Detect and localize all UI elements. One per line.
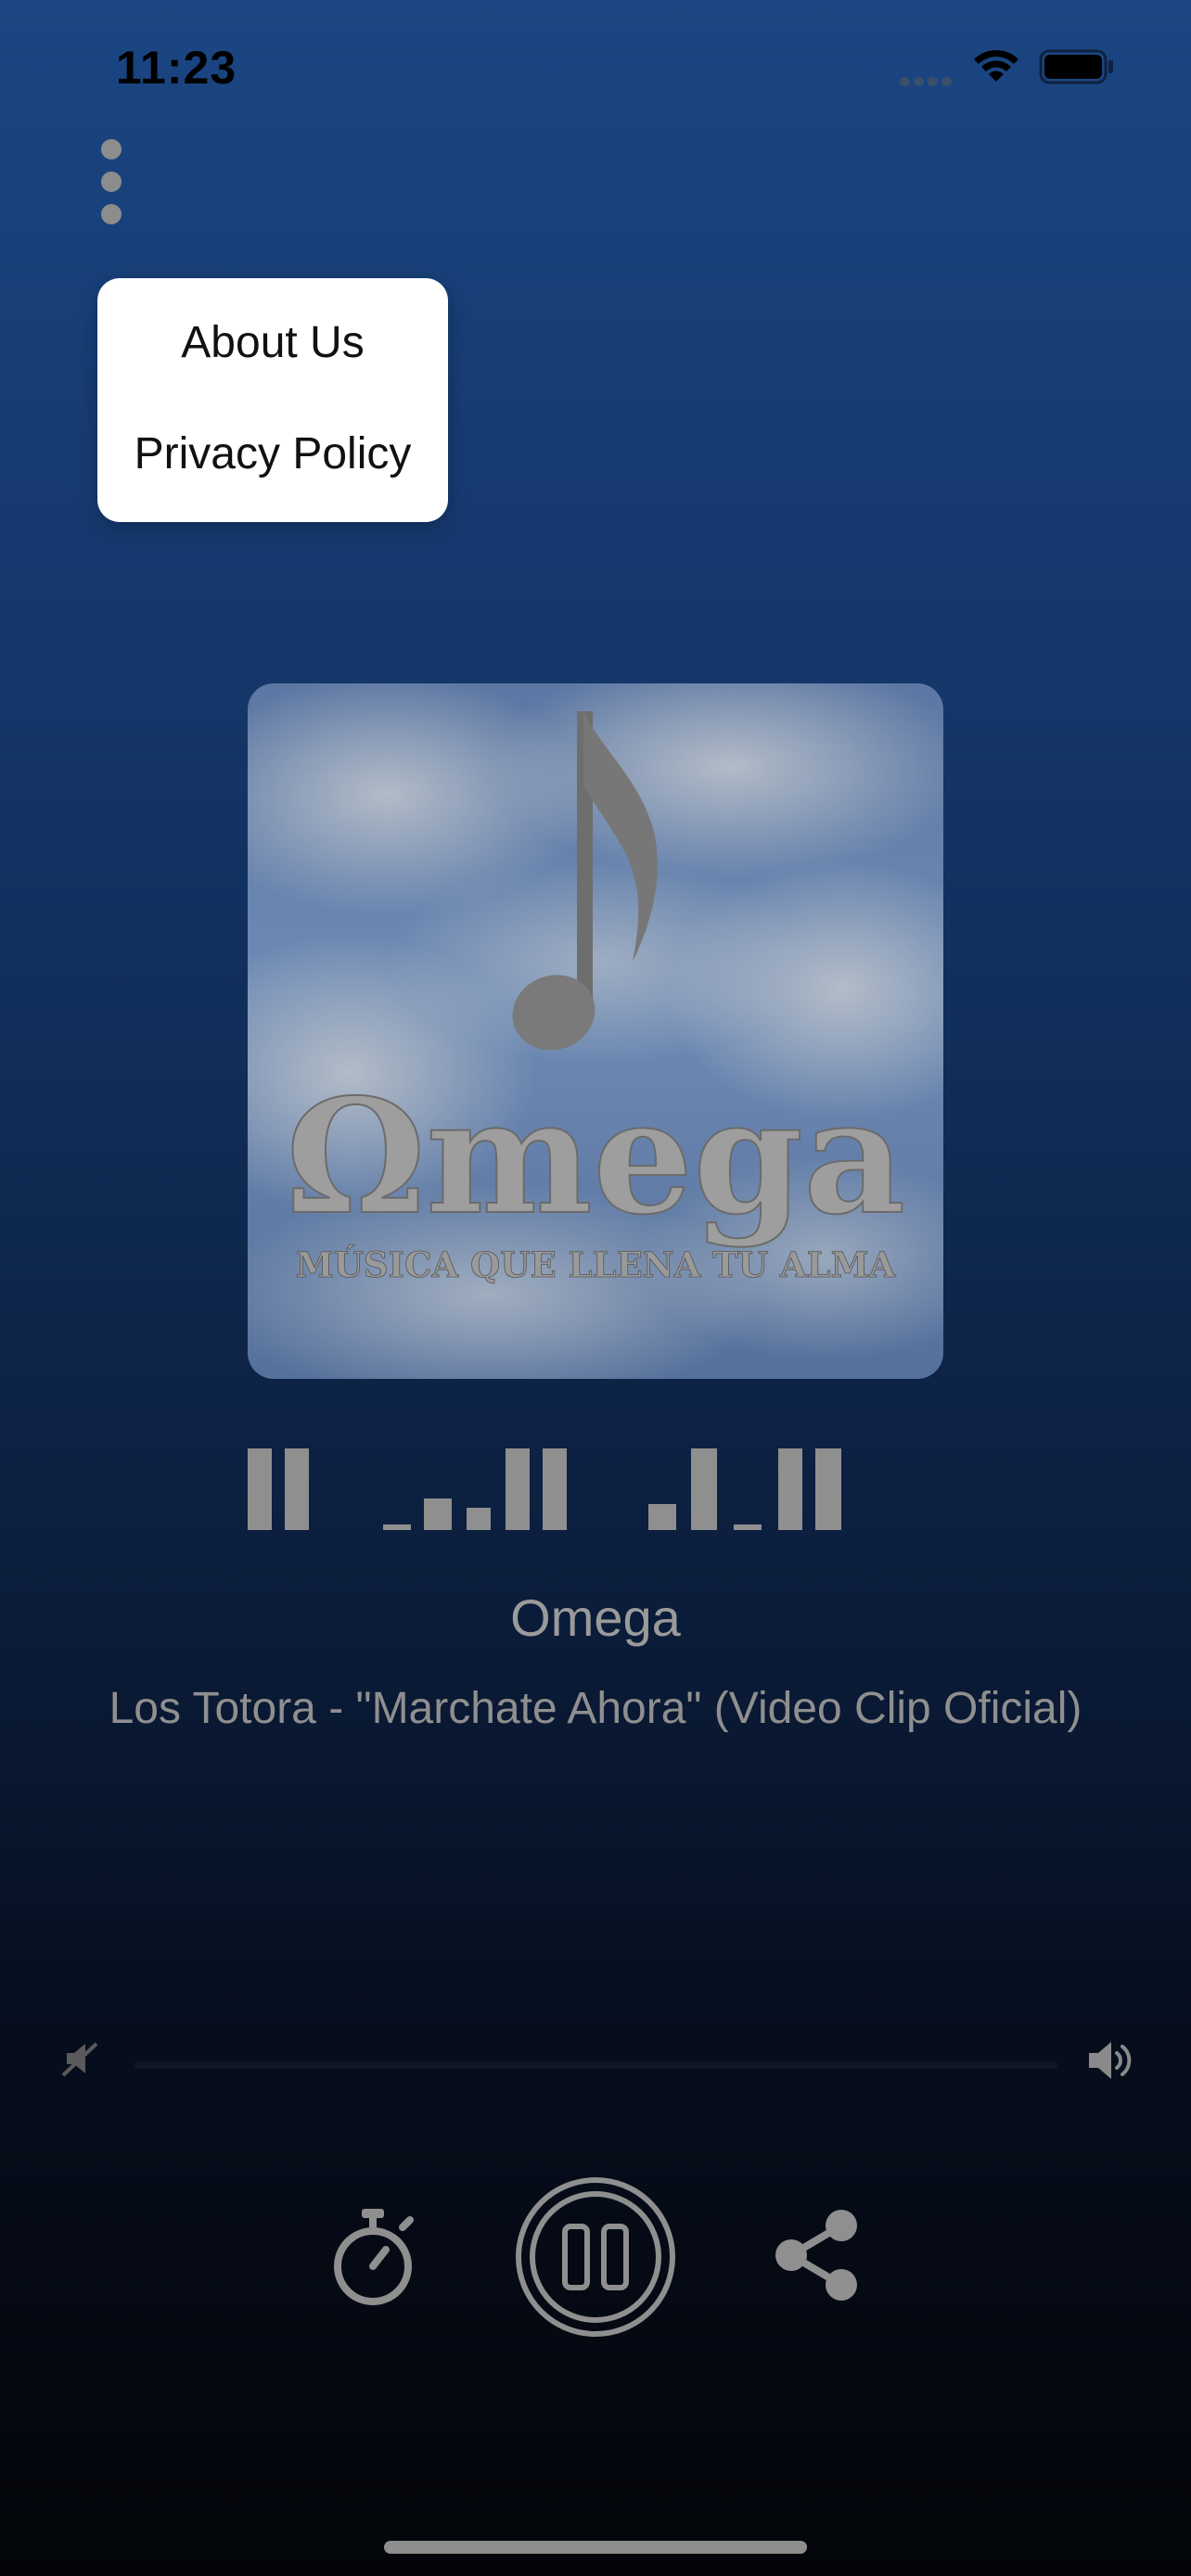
status-time: 11:23 xyxy=(116,42,237,94)
menu-item-about-us[interactable]: About Us xyxy=(97,317,448,368)
cellular-signal-icon xyxy=(900,74,955,91)
logo-tagline: MÚSICA QUE LLENA TU ALMA xyxy=(296,1244,897,1285)
overflow-menu: About Us Privacy Policy xyxy=(97,278,448,522)
kebab-menu-icon[interactable] xyxy=(93,139,130,241)
battery-icon xyxy=(1039,49,1113,84)
menu-item-privacy-policy[interactable]: Privacy Policy xyxy=(97,428,448,479)
station-name: Omega xyxy=(510,1588,681,1647)
song-title: Los Totora - "Marchate Ahora" (Video Cli… xyxy=(109,1684,1082,1733)
stopwatch-icon[interactable] xyxy=(327,2207,419,2307)
share-icon[interactable] xyxy=(773,2209,862,2302)
volume-mute-icon[interactable] xyxy=(59,2038,100,2079)
pause-icon xyxy=(562,2224,629,2290)
station-artwork: Ωmega MÚSICA QUE LLENA TU ALMA xyxy=(248,683,943,1379)
pause-button[interactable] xyxy=(514,2175,677,2339)
volume-slider[interactable] xyxy=(134,2061,1057,2069)
logo-wordmark: Ωmega xyxy=(286,1065,905,1250)
station-logo-image: Ωmega MÚSICA QUE LLENA TU ALMA xyxy=(248,683,943,1379)
volume-high-icon[interactable] xyxy=(1083,2034,1135,2086)
home-indicator[interactable] xyxy=(384,2541,807,2554)
wifi-icon xyxy=(974,50,1018,82)
audio-visualizer xyxy=(248,1448,841,1530)
status-bar: 11:23 xyxy=(0,0,1191,130)
